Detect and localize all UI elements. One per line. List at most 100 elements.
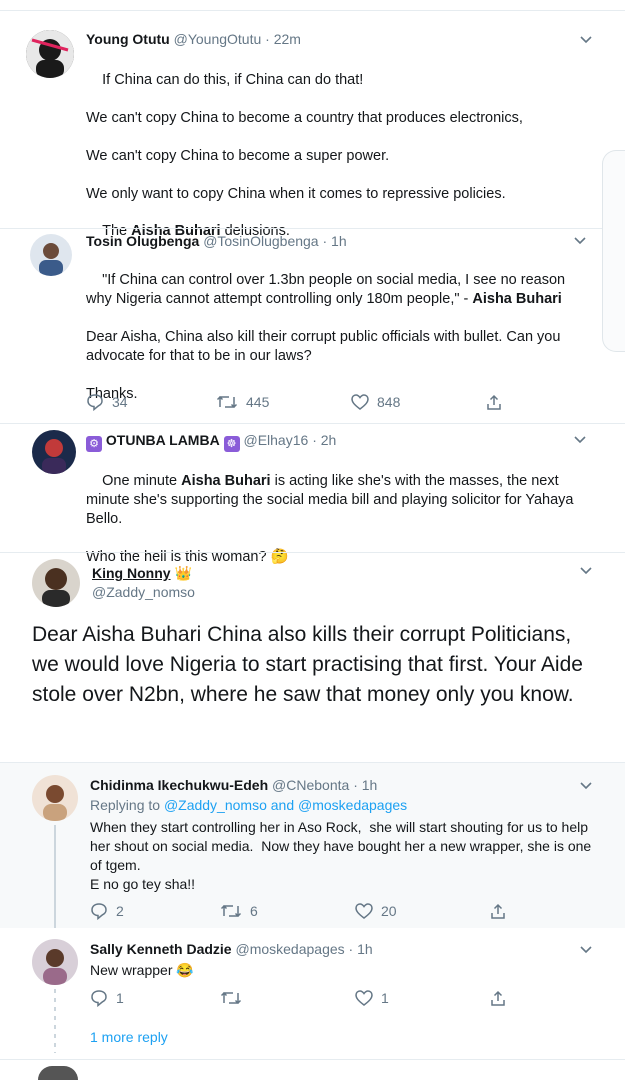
replying-to-users[interactable]: @Zaddy_nomso and @moskedapages — [164, 797, 407, 813]
more-replies-link[interactable]: 1 more reply — [90, 1029, 168, 1045]
thread-line — [54, 825, 56, 928]
share-icon — [491, 903, 505, 919]
share-icon — [491, 990, 505, 1006]
tweet-header: Sally Kenneth Dadzie @moskedapages · 1h — [90, 941, 373, 957]
avatar-image — [32, 775, 78, 821]
avatar-next-tweet-partial[interactable] — [38, 1066, 78, 1080]
reply-button[interactable]: 34 — [86, 393, 216, 411]
like-button[interactable]: 1 — [355, 989, 490, 1007]
handle[interactable]: @moskedapages — [235, 941, 344, 957]
handle[interactable]: @Zaddy_nomso — [92, 584, 195, 600]
reply-icon — [91, 990, 107, 1007]
settings-badge-icon: ⚙ — [86, 436, 102, 452]
avatar-image — [30, 234, 72, 276]
tweet-king-nonny[interactable]: King Nonny 👑 @Zaddy_nomso Dear Aisha Buh… — [0, 553, 625, 748]
heart-icon — [355, 990, 373, 1006]
avatar-image — [26, 30, 74, 78]
avatar-image — [32, 430, 76, 474]
retweet-button[interactable]: 6 — [220, 902, 355, 920]
like-button[interactable]: 848 — [351, 393, 486, 411]
tweet-chidinma[interactable]: Chidinma Ikechukwu-Edeh @CNebonta · 1h R… — [0, 763, 625, 928]
reply-button[interactable]: 2 — [90, 902, 220, 920]
scroll-handle[interactable] — [602, 150, 625, 352]
avatar[interactable] — [26, 30, 74, 78]
tweet-text: Dear Aisha Buhari China also kills their… — [32, 623, 589, 706]
timestamp[interactable]: 1h — [357, 941, 373, 957]
replying-to: Replying to @Zaddy_nomso and @moskedapag… — [90, 797, 408, 813]
avatar-image — [32, 939, 78, 985]
thread-line-dotted — [54, 989, 56, 1053]
tweet-header: King Nonny 👑 — [92, 565, 192, 582]
display-name[interactable]: Sally Kenneth Dadzie — [90, 941, 232, 957]
retweet-button[interactable]: 445 — [216, 393, 351, 411]
handle[interactable]: @TosinOlugbenga — [203, 233, 318, 249]
mention-bold: Aisha Buhari — [472, 291, 562, 307]
badge-icon: ☸ — [223, 436, 240, 452]
chevron-down-icon[interactable] — [580, 782, 592, 790]
chevron-down-icon[interactable] — [580, 567, 592, 575]
retweet-button[interactable] — [220, 989, 355, 1007]
tweet-actions: 34 445 848 — [86, 393, 506, 411]
retweet-icon — [216, 395, 238, 409]
tweet-header: Young Otutu @YoungOtutu · 22m — [86, 31, 301, 47]
avatar-image — [32, 559, 80, 607]
reply-count: 1 — [116, 990, 124, 1006]
share-icon — [487, 394, 501, 410]
crown-icon: 👑 — [174, 565, 192, 581]
handle[interactable]: @Elhay16 — [243, 432, 308, 448]
chevron-down-icon[interactable] — [574, 237, 586, 245]
retweet-icon — [220, 904, 242, 918]
timestamp[interactable]: 2h — [321, 432, 337, 448]
handle[interactable]: @CNebonta — [272, 777, 349, 793]
tweet-text: When they start controlling her in Aso R… — [90, 819, 592, 892]
tweet-header: Tosin Olugbenga @TosinOlugbenga · 1h — [86, 233, 347, 249]
reply-count: 2 — [116, 903, 124, 919]
divider — [0, 1059, 625, 1060]
reply-button[interactable]: 1 — [90, 989, 220, 1007]
reply-count: 34 — [112, 394, 128, 410]
tweet-otunba-lamba[interactable]: ⚙ OTUNBA LAMBA ☸ @Elhay16 · 2h One minut… — [0, 424, 625, 565]
like-count: 1 — [381, 990, 389, 1006]
reply-icon — [91, 903, 107, 920]
display-name[interactable]: King Nonny — [92, 565, 171, 581]
tweet-header: ⚙ OTUNBA LAMBA ☸ @Elhay16 · 2h — [86, 432, 336, 452]
heart-icon — [355, 903, 373, 919]
chevron-down-icon[interactable] — [580, 36, 592, 44]
share-button[interactable] — [490, 989, 506, 1007]
like-button[interactable]: 20 — [355, 902, 490, 920]
tweet-young-otutu[interactable]: Young Otutu @YoungOtutu · 22m If China c… — [0, 22, 625, 239]
tweet-actions: 1 1 — [90, 989, 510, 1007]
tweet-text-main: If China can do this, if China can do th… — [86, 72, 523, 202]
display-name[interactable]: Tosin Olugbenga — [86, 233, 199, 249]
avatar[interactable] — [32, 430, 76, 474]
avatar[interactable] — [30, 234, 72, 276]
chevron-down-icon[interactable] — [580, 946, 592, 954]
chevron-down-icon[interactable] — [574, 436, 586, 444]
display-name[interactable]: OTUNBA LAMBA — [106, 432, 220, 448]
reply-icon — [87, 394, 103, 411]
timestamp[interactable]: 1h — [331, 233, 347, 249]
like-count: 848 — [377, 394, 401, 410]
top-action-bar-partial — [0, 0, 625, 11]
retweet-icon — [220, 991, 242, 1005]
heart-icon — [351, 394, 369, 410]
avatar[interactable] — [32, 939, 78, 985]
timestamp[interactable]: 22m — [274, 31, 301, 47]
avatar[interactable] — [32, 775, 78, 821]
tweet-tosin-olugbenga[interactable]: Tosin Olugbenga @TosinOlugbenga · 1h "If… — [0, 229, 625, 423]
tweet-actions: 2 6 20 — [90, 902, 510, 920]
share-button[interactable] — [490, 902, 506, 920]
tweet-text: New wrapper 😂 — [90, 962, 194, 978]
timestamp[interactable]: 1h — [362, 777, 378, 793]
like-count: 20 — [381, 903, 397, 919]
handle[interactable]: @YoungOtutu — [174, 31, 262, 47]
avatar[interactable] — [32, 559, 80, 607]
tweet-sally-kenneth-dadzie[interactable]: Sally Kenneth Dadzie @moskedapages · 1h … — [0, 929, 625, 1059]
share-button[interactable] — [486, 393, 502, 411]
retweet-count: 445 — [246, 394, 270, 410]
tweet-header: Chidinma Ikechukwu-Edeh @CNebonta · 1h — [90, 777, 378, 793]
display-name[interactable]: Chidinma Ikechukwu-Edeh — [90, 777, 268, 793]
mention-bold: Aisha Buhari — [181, 473, 271, 489]
tweet-text: If China can do this, if China can do th… — [86, 52, 586, 223]
display-name[interactable]: Young Otutu — [86, 31, 170, 47]
